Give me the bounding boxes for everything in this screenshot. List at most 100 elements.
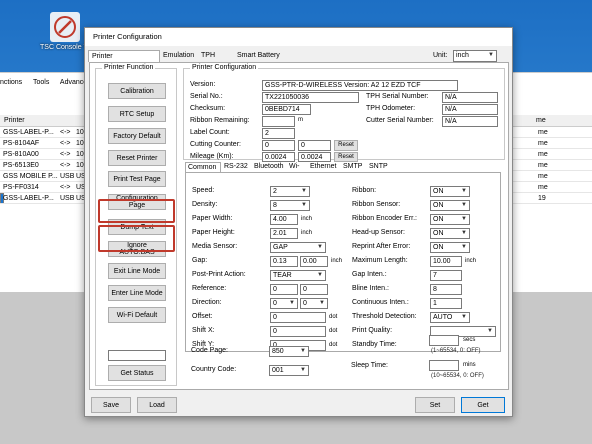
ribbon-remaining-label: Ribbon Remaining: bbox=[190, 117, 250, 124]
reset-printer-button[interactable]: Reset Printer bbox=[108, 150, 166, 166]
cell-name: PS-810A00 bbox=[3, 151, 39, 158]
head-up-sensor-select[interactable]: ON ▼ bbox=[430, 228, 470, 239]
printer-info-group: Printer Configuration Version: GSS-PTR-D… bbox=[183, 64, 505, 162]
speed-select[interactable]: 2 ▼ bbox=[270, 186, 310, 197]
highlight-configuration-page bbox=[98, 225, 175, 252]
tab-printer-configuration[interactable]: Printer Configuration bbox=[88, 50, 160, 71]
rtc-setup-button[interactable]: RTC Setup bbox=[108, 106, 166, 122]
standby-time-field[interactable] bbox=[429, 335, 459, 346]
dialog-title: Printer Configuration bbox=[85, 28, 512, 46]
tab-smart-battery[interactable]: Smart Battery bbox=[234, 50, 284, 62]
shift-x-unit: dot bbox=[329, 328, 338, 334]
mileage-field: 0.0024 bbox=[262, 152, 295, 162]
gap-field[interactable]: 0.13 bbox=[270, 256, 298, 267]
shift-x-field[interactable]: 0 bbox=[270, 326, 326, 337]
ribbon-unit: m bbox=[298, 117, 303, 123]
offset-field[interactable]: 0 bbox=[270, 312, 326, 323]
reprint-after-error-select[interactable]: ON ▼ bbox=[430, 242, 470, 253]
serial-label: Serial No.: bbox=[190, 93, 223, 100]
post-print-action-select[interactable]: TEAR ▼ bbox=[270, 270, 326, 281]
reset-mileage-button[interactable]: Reset bbox=[334, 152, 358, 162]
standby-time-label: Standby Time: bbox=[352, 341, 397, 348]
set-button[interactable]: Set bbox=[415, 397, 455, 413]
threshold-detection-label: Threshold Detection: bbox=[352, 313, 417, 320]
menu-item[interactable]: Tools bbox=[33, 79, 49, 86]
cell-name: GSS MOBILE P... bbox=[3, 173, 58, 180]
column-header-name[interactable]: me bbox=[536, 115, 546, 127]
cell-iface: USB bbox=[60, 173, 75, 180]
code-page-select[interactable]: 850 ▼ bbox=[269, 346, 309, 357]
shift-x-label: Shift X: bbox=[192, 327, 215, 334]
print-test-page-button[interactable]: Print Test Page bbox=[108, 171, 166, 187]
cell-name: PS-8104AF bbox=[3, 140, 40, 147]
cell-num: 10 bbox=[76, 151, 84, 158]
media-sensor-select[interactable]: GAP ▼ bbox=[270, 242, 326, 253]
enter-line-mode-button[interactable]: Enter Line Mode bbox=[108, 285, 166, 301]
paper-width-field[interactable]: 4.00 bbox=[270, 214, 298, 225]
column-header-printer[interactable]: Printer bbox=[4, 115, 25, 127]
maximum-length-field[interactable]: 10.00 bbox=[430, 256, 462, 267]
maximum-length-unit: inch bbox=[465, 258, 477, 264]
chevron-down-icon: ▼ bbox=[319, 300, 325, 306]
unit-select[interactable]: inch ▼ bbox=[453, 50, 497, 62]
factory-default-button[interactable]: Factory Default bbox=[108, 128, 166, 144]
ribbon-select[interactable]: ON ▼ bbox=[430, 186, 470, 197]
cell-iface: USB bbox=[60, 195, 75, 202]
reference-x-field[interactable]: 0 bbox=[270, 284, 298, 295]
version-field: GSS-PTR-D-WIRELESS Version: A2 12 EZD TC… bbox=[262, 80, 458, 91]
cell-name: PS-FF0314 bbox=[3, 184, 39, 191]
ribbon-remaining-field bbox=[262, 116, 295, 127]
density-label: Density: bbox=[192, 201, 218, 208]
mirror-select[interactable]: 0 ▼ bbox=[300, 298, 328, 309]
cell-iface: <-> bbox=[60, 162, 71, 169]
continuous-intensity-label: Continuous Inten.: bbox=[352, 299, 409, 306]
offset-unit: dot bbox=[329, 314, 338, 320]
paper-width-unit: inch bbox=[301, 216, 313, 222]
desktop-icon-tsc-console[interactable]: TSC Console V1.0.4.0.exe bbox=[40, 8, 123, 68]
ribbon-label: Ribbon: bbox=[352, 187, 377, 194]
sleep-time-field[interactable] bbox=[429, 360, 459, 371]
cell-iface: <-> bbox=[60, 184, 71, 191]
tab-emulation[interactable]: Emulation bbox=[160, 50, 196, 62]
cell-iface: <-> bbox=[60, 151, 71, 158]
cutting-counter-label: Cutting Counter: bbox=[190, 141, 241, 148]
cutting-counter-field-2: 0 bbox=[298, 140, 331, 151]
threshold-detection-select[interactable]: AUTO ▼ bbox=[430, 312, 470, 323]
ribbon-encoder-select[interactable]: ON ▼ bbox=[430, 214, 470, 225]
cell-right: me bbox=[538, 151, 548, 158]
cell-right: me bbox=[538, 140, 548, 147]
tab-tph-care[interactable]: TPH Care bbox=[198, 50, 232, 70]
ribbon-sensor-select[interactable]: ON ▼ bbox=[430, 200, 470, 211]
ribbon-encoder-label: Ribbon Encoder Err.: bbox=[352, 215, 417, 222]
cell-right: me bbox=[538, 173, 548, 180]
wi-fi-default-button[interactable]: Wi-Fi Default bbox=[108, 307, 166, 323]
load-button[interactable]: Load bbox=[137, 397, 177, 413]
gap-unit: inch bbox=[331, 258, 343, 264]
cell-right: me bbox=[538, 184, 548, 191]
label-count-field: 2 bbox=[262, 128, 295, 139]
reference-y-field[interactable]: 0 bbox=[300, 284, 328, 295]
print-quality-label: Print Quality: bbox=[352, 327, 393, 334]
save-button[interactable]: Save bbox=[91, 397, 131, 413]
bline-intensity-field[interactable]: 8 bbox=[430, 284, 462, 295]
density-select[interactable]: 8 ▼ bbox=[270, 200, 310, 211]
bline-intensity-label: Bline Inten.: bbox=[352, 285, 389, 292]
paper-height-label: Paper Height: bbox=[192, 229, 235, 236]
calibration-button[interactable]: Calibration bbox=[108, 83, 166, 99]
direction-select[interactable]: 0 ▼ bbox=[270, 298, 298, 309]
menu-item[interactable]: nctions bbox=[0, 79, 22, 86]
post-print-action-label: Post-Print Action: bbox=[192, 271, 246, 278]
exit-line-mode-button[interactable]: Exit Line Mode bbox=[108, 263, 166, 279]
gap-intensity-field[interactable]: 7 bbox=[430, 270, 462, 281]
continuous-intensity-field[interactable]: 1 bbox=[430, 298, 462, 309]
country-code-select[interactable]: 001 ▼ bbox=[269, 365, 309, 376]
cell-iface: <-> bbox=[60, 129, 71, 136]
tph-serial-label: TPH Serial Number: bbox=[366, 93, 429, 100]
reset-cutting-button[interactable]: Reset bbox=[334, 140, 358, 151]
get-button[interactable]: Get bbox=[461, 397, 505, 413]
paper-height-field[interactable]: 2.01 bbox=[270, 228, 298, 239]
gap-offset-field[interactable]: 0.00 bbox=[300, 256, 328, 267]
get-status-button[interactable]: Get Status bbox=[108, 365, 166, 381]
cutter-serial-label: Cutter Serial Number: bbox=[366, 117, 434, 124]
chevron-down-icon: ▼ bbox=[487, 328, 493, 334]
